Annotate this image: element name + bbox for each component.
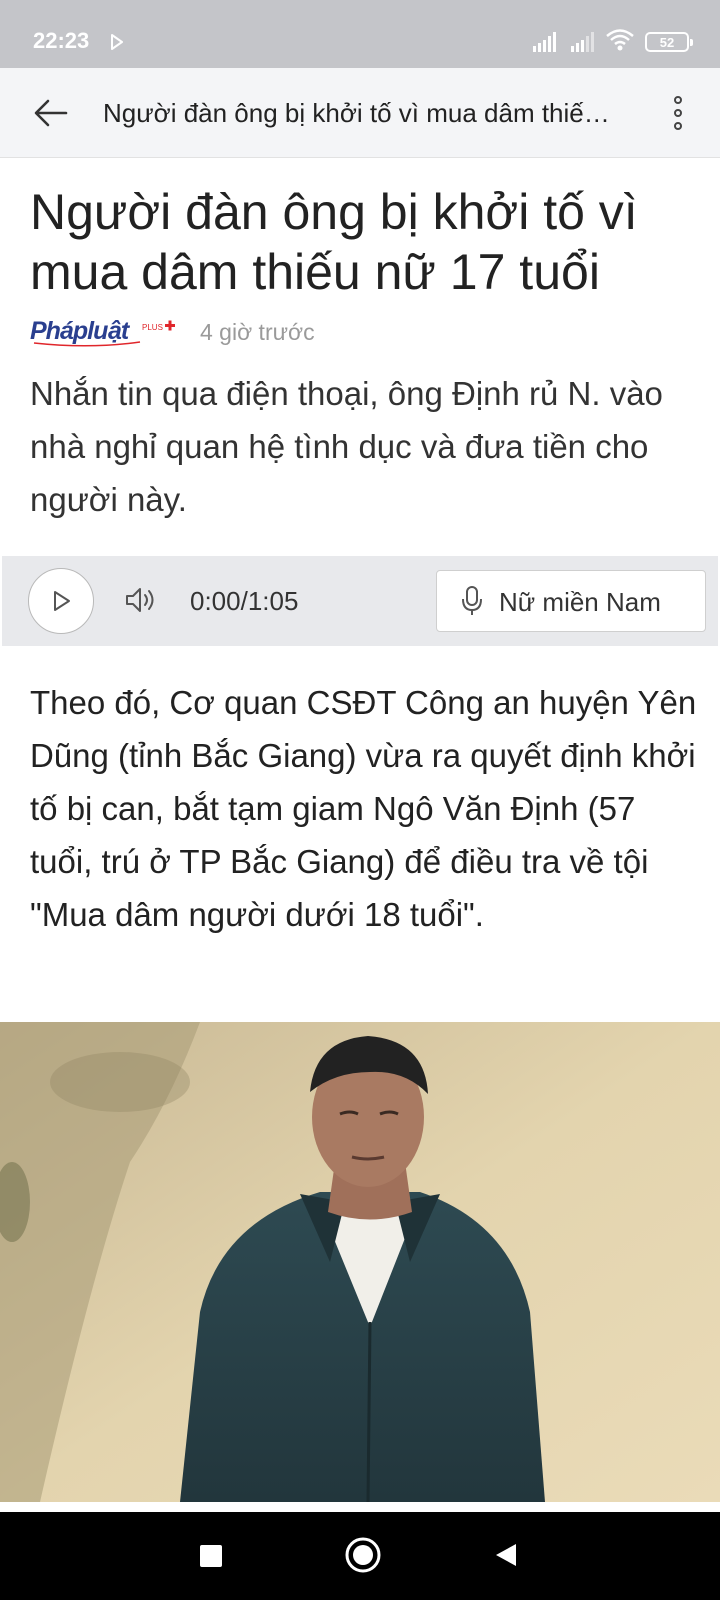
app-bar-title: Người đàn ông bị khởi tố vì mua dâm thiế… xyxy=(103,98,623,128)
audio-time: 0:00/1:05 xyxy=(190,586,299,616)
status-bar: 22:23 52 xyxy=(0,0,720,68)
svg-text:PLUS: PLUS xyxy=(142,323,163,332)
audio-player: 0:00/1:05 Nữ miền Nam xyxy=(2,556,718,646)
volume-icon[interactable] xyxy=(124,585,158,620)
article-summary: Nhắn tin qua điện thoại, ông Định rủ N. … xyxy=(30,375,663,518)
more-vertical-icon xyxy=(674,96,682,130)
system-back-button[interactable] xyxy=(494,1542,518,1573)
battery-icon: 52 xyxy=(645,32,693,52)
home-button[interactable] xyxy=(344,1536,382,1574)
voice-label: Nữ miền Nam xyxy=(499,587,661,617)
svg-text:Pháplu: Pháplu xyxy=(30,317,108,345)
system-nav-bar xyxy=(0,1512,720,1600)
article-meta: Pháplu ật PLUS 4 giờ trước xyxy=(30,315,690,351)
back-button[interactable] xyxy=(28,90,74,136)
wifi-icon xyxy=(605,28,635,57)
microphone-icon xyxy=(461,585,483,622)
arrow-left-icon xyxy=(34,99,68,127)
more-options-button[interactable] xyxy=(660,90,696,136)
svg-text:ật: ật xyxy=(108,317,131,345)
app-bar: Người đàn ông bị khởi tố vì mua dâm thiế… xyxy=(0,68,720,158)
publish-time: 4 giờ trước xyxy=(200,319,315,345)
article-headline: Người đàn ông bị khởi tố vì mua dâm thiế… xyxy=(30,184,638,300)
home-icon xyxy=(345,1537,381,1573)
signal-icon xyxy=(533,30,561,57)
article-body: Theo đó, Cơ quan CSĐT Công an huyện Yên … xyxy=(30,684,697,933)
recents-button[interactable] xyxy=(200,1545,222,1567)
battery-level: 52 xyxy=(659,34,675,50)
play-icon xyxy=(54,591,70,611)
play-button[interactable] xyxy=(28,568,94,634)
triangle-back-icon xyxy=(496,1544,516,1566)
source-logo[interactable]: Pháplu ật PLUS xyxy=(30,315,180,356)
signal-icon xyxy=(571,30,599,57)
voice-select[interactable]: Nữ miền Nam xyxy=(436,570,706,632)
status-time: 22:23 xyxy=(33,28,90,53)
play-store-icon xyxy=(110,34,124,55)
article-photo[interactable] xyxy=(0,1022,720,1502)
